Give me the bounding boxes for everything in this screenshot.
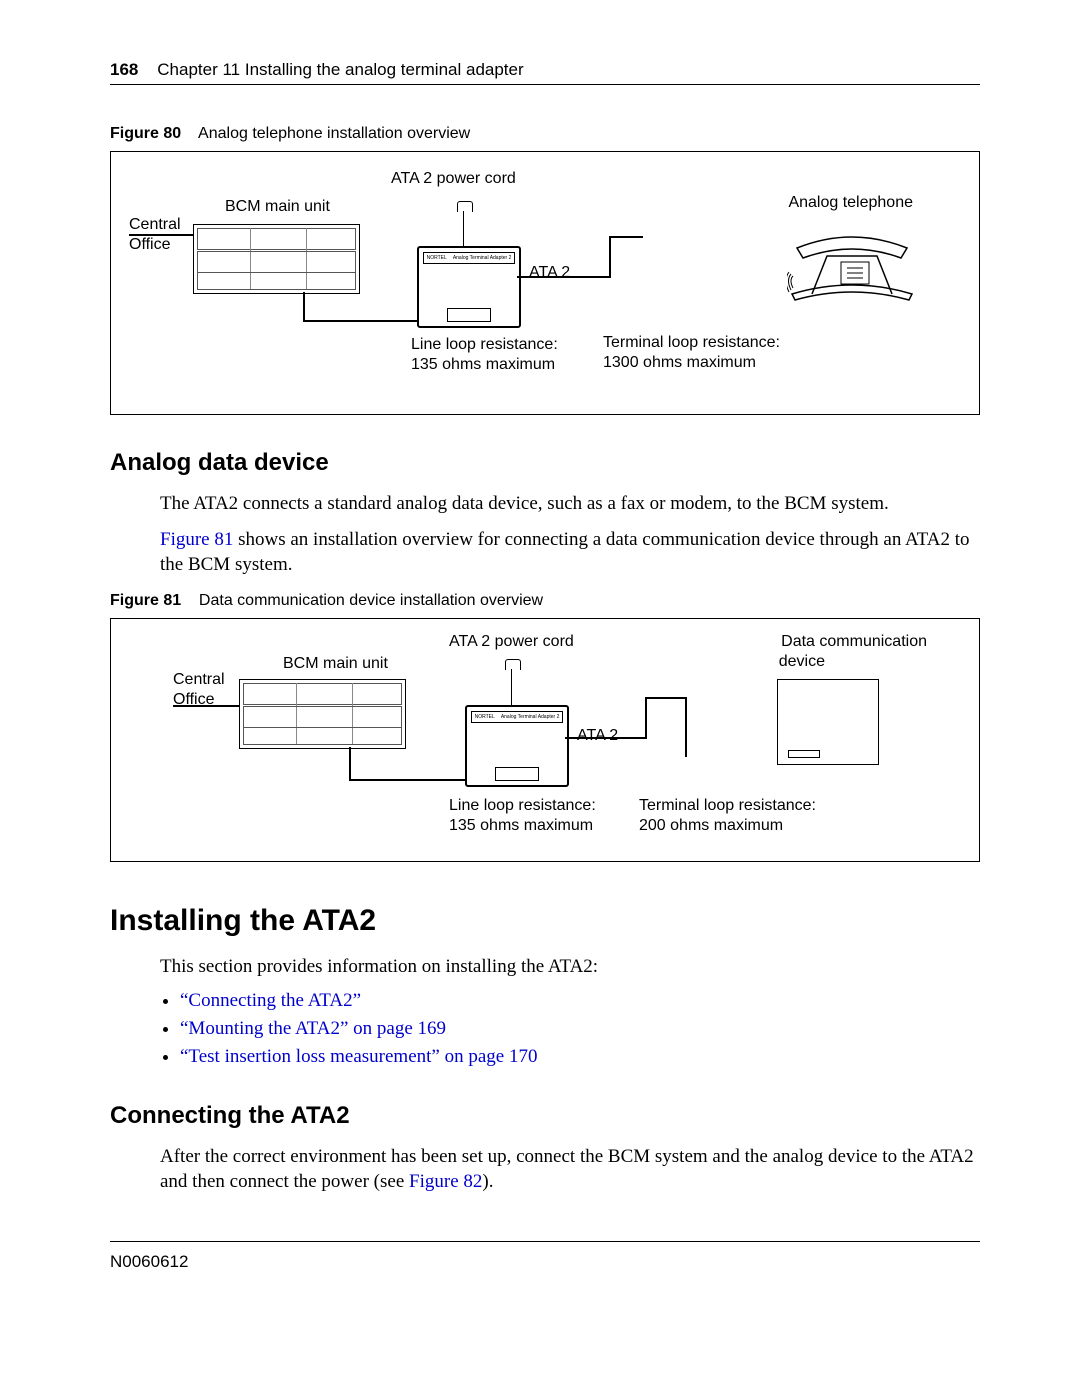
label-terminal-loop-2: 1300 ohms maximum xyxy=(603,354,756,372)
label-terminal-loop-1: Terminal loop resistance: xyxy=(603,334,780,352)
list-item: “Mounting the ATA2” on page 169 xyxy=(180,1018,980,1040)
figure-81-label: Figure 81 xyxy=(110,592,181,609)
power-plug-icon-81 xyxy=(505,659,521,670)
power-plug-icon xyxy=(457,201,473,212)
para-analog-1: The ATA2 connects a standard analog data… xyxy=(160,491,980,517)
para-install-intro: This section provides information on ins… xyxy=(160,954,980,980)
label-ata2-power-cord-81: ATA 2 power cord xyxy=(449,633,574,651)
figure-80-title: Analog telephone installation overview xyxy=(198,125,470,142)
wire-ata-to-dev-1 xyxy=(565,737,645,739)
central-office-line-81 xyxy=(173,705,239,707)
heading-connecting-ata2: Connecting the ATA2 xyxy=(110,1102,980,1130)
figure-81-caption: Figure 81 Data communication device inst… xyxy=(110,592,980,610)
label-analog-telephone: Analog telephone xyxy=(788,194,913,212)
figure-80-caption: Figure 80 Analog telephone installation … xyxy=(110,125,980,143)
para-connecting-before: After the correct environment has been s… xyxy=(160,1146,974,1193)
label-central-office-1: Central xyxy=(129,216,181,234)
chapter-title: Chapter 11 Installing the analog termina… xyxy=(157,60,523,79)
label-ata2-81: ATA 2 xyxy=(577,727,618,745)
link-connecting-ata2[interactable]: “Connecting the ATA2” xyxy=(180,990,361,1011)
heading-analog-data-device: Analog data device xyxy=(110,449,980,477)
label-terminal-loop-1-81: Terminal loop resistance: xyxy=(639,797,816,815)
para-connecting-after: ). xyxy=(482,1171,493,1192)
document-number: N0060612 xyxy=(110,1252,188,1271)
list-item: “Test insertion loss measurement” on pag… xyxy=(180,1046,980,1068)
central-office-line xyxy=(129,234,193,236)
label-data-comm-2: device xyxy=(779,653,825,671)
label-data-comm-1: Data communication xyxy=(781,633,927,651)
page-number: 168 xyxy=(110,60,138,79)
wire-ata-to-phone-3 xyxy=(609,236,643,238)
para-connecting: After the correct environment has been s… xyxy=(160,1144,980,1195)
wire-ata-to-dev-2 xyxy=(645,697,647,739)
wire-ata-to-phone-2 xyxy=(609,236,611,278)
heading-installing-ata2: Installing the ATA2 xyxy=(110,904,980,938)
figure-81-title: Data communication device installation o… xyxy=(199,592,543,609)
label-ata2-power-cord: ATA 2 power cord xyxy=(391,170,516,188)
label-central-office-2: Office xyxy=(129,236,171,254)
power-cord-line xyxy=(463,211,464,247)
label-line-loop-1-81: Line loop resistance: xyxy=(449,797,596,815)
label-line-loop-1: Line loop resistance: xyxy=(411,336,558,354)
running-header: 168 Chapter 11 Installing the analog ter… xyxy=(110,60,980,85)
label-central-office-1-81: Central xyxy=(173,671,225,689)
label-terminal-loop-2-81: 200 ohms maximum xyxy=(639,817,783,835)
power-cord-line-81 xyxy=(511,669,512,705)
wire-ata-to-phone-1 xyxy=(517,276,609,278)
link-figure-82[interactable]: Figure 82 xyxy=(409,1171,482,1192)
install-links-list: “Connecting the ATA2” “Mounting the ATA2… xyxy=(180,990,980,1068)
figure-81: ATA 2 power cord BCM main unit Data comm… xyxy=(110,618,980,862)
wire-bcm-down-81 xyxy=(349,747,351,779)
bcm-main-unit-icon-81 xyxy=(239,679,406,749)
page: 168 Chapter 11 Installing the analog ter… xyxy=(0,0,1080,1312)
figure-80: ATA 2 power cord BCM main unit Analog te… xyxy=(110,151,980,415)
ata2-device-icon: NORTELAnalog Terminal Adapter 2 xyxy=(417,246,521,328)
running-footer: N0060612 xyxy=(110,1241,980,1272)
label-line-loop-2: 135 ohms maximum xyxy=(411,356,555,374)
data-comm-device-icon xyxy=(777,679,879,765)
ata2-device-icon-81: NORTELAnalog Terminal Adapter 2 xyxy=(465,705,569,787)
link-figure-81[interactable]: Figure 81 xyxy=(160,529,233,550)
label-ata2: ATA 2 xyxy=(529,264,570,282)
figure-80-label: Figure 80 xyxy=(110,125,181,142)
label-bcm-main-unit: BCM main unit xyxy=(225,198,330,216)
list-item: “Connecting the ATA2” xyxy=(180,990,980,1012)
bcm-main-unit-icon xyxy=(193,224,360,294)
wire-ata-to-dev-3 xyxy=(645,697,685,699)
para-analog-2: Figure 81 shows an installation overview… xyxy=(160,527,980,578)
label-line-loop-2-81: 135 ohms maximum xyxy=(449,817,593,835)
link-mounting-ata2[interactable]: “Mounting the ATA2” on page 169 xyxy=(180,1018,446,1039)
wire-bcm-down xyxy=(303,292,305,320)
label-bcm-main-unit-81: BCM main unit xyxy=(283,655,388,673)
wire-ata-to-dev-4 xyxy=(685,697,687,757)
para-analog-2-tail: shows an installation overview for conne… xyxy=(160,529,969,576)
link-test-insertion-loss[interactable]: “Test insertion loss measurement” on pag… xyxy=(180,1046,537,1067)
analog-telephone-icon xyxy=(787,236,917,296)
